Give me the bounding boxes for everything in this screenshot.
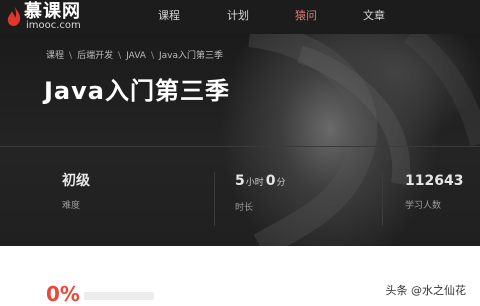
- learners-label: 学习人数: [405, 201, 442, 211]
- course-header: 课程 \ 后端开发 \ JAVA \ Java入门第三季 Java入门第三季 初级 难度 5…: [0, 34, 480, 246]
- site-logo[interactable]: 慕课网 imooc.com: [4, 3, 108, 31]
- breadcrumb-backend[interactable]: 后端开发: [77, 51, 113, 61]
- background-swirl-graphic: [248, 34, 480, 246]
- breadcrumb-separator: \: [150, 51, 154, 61]
- duration-value: 5小时 0分: [235, 172, 288, 192]
- difficulty-label: 难度: [62, 201, 81, 211]
- stat-difficulty: 初级 难度: [62, 172, 90, 212]
- nav-item-articles[interactable]: 文章: [363, 9, 385, 23]
- flame-icon: [7, 6, 21, 26]
- section-divider: [0, 146, 480, 147]
- duration-minutes-unit: 分: [276, 178, 286, 188]
- breadcrumb-separator: \: [69, 51, 73, 61]
- learning-progress-percent: 0%: [46, 282, 80, 306]
- progress-caption-blurred: [84, 292, 154, 300]
- duration-hours-unit: 小时: [245, 178, 264, 188]
- course-title: Java入门第三季: [44, 77, 230, 105]
- breadcrumb-java[interactable]: JAVA: [126, 51, 146, 61]
- nav-item-plans[interactable]: 计划: [227, 9, 249, 23]
- nav-item-courses[interactable]: 课程: [158, 9, 180, 23]
- duration-label: 时长: [235, 203, 254, 213]
- duration-hours: 5: [235, 173, 245, 189]
- nav-item-questions[interactable]: 猿问: [295, 9, 317, 23]
- logo-text: 慕课网: [24, 1, 81, 22]
- stat-divider: [214, 172, 215, 226]
- breadcrumb-courses[interactable]: 课程: [46, 51, 64, 61]
- stat-divider: [382, 172, 383, 226]
- duration-minutes: 0: [265, 173, 276, 189]
- stat-duration: 5小时 0分 时长: [235, 172, 288, 214]
- breadcrumb-separator: \: [118, 51, 122, 61]
- breadcrumb: 课程 \ 后端开发 \ JAVA \ Java入门第三季: [46, 50, 223, 62]
- learners-value: 112643: [405, 173, 464, 189]
- difficulty-value: 初级: [62, 173, 90, 189]
- stat-learners: 112643 学习人数: [405, 172, 463, 212]
- breadcrumb-current-course: Java入门第三季: [159, 51, 224, 61]
- source-watermark: 头条 @水之仙花: [385, 284, 467, 297]
- logo-domain: imooc.com: [26, 20, 81, 31]
- top-navigation-bar: 慕课网 imooc.com 课程 计划 猿问 文章: [0, 0, 480, 34]
